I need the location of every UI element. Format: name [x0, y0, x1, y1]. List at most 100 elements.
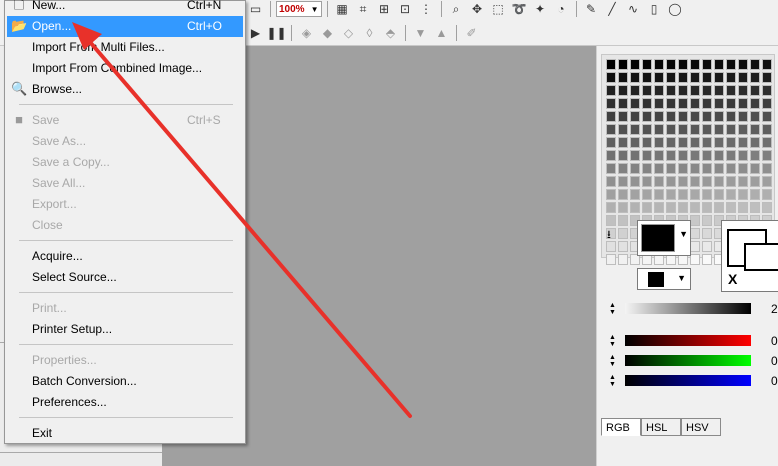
color-picker-icon[interactable]: ◔: [552, 0, 571, 18]
palette-swatch[interactable]: [714, 137, 724, 148]
palette-swatch[interactable]: [666, 176, 676, 187]
palette-swatch[interactable]: [762, 72, 772, 83]
palette-swatch[interactable]: [714, 72, 724, 83]
palette-swatch[interactable]: [618, 72, 628, 83]
palette-swatch[interactable]: [738, 202, 748, 213]
palette-swatch[interactable]: [738, 85, 748, 96]
palette-swatch[interactable]: [606, 189, 616, 200]
menu-item-browse[interactable]: 🔍 Browse...: [7, 79, 243, 100]
play-icon[interactable]: ▶: [246, 24, 265, 42]
palette-swatch[interactable]: [630, 72, 640, 83]
palette-swatch[interactable]: [630, 163, 640, 174]
palette-swatch[interactable]: [702, 150, 712, 161]
palette-swatch[interactable]: [690, 124, 700, 135]
palette-swatch[interactable]: [690, 202, 700, 213]
palette-swatch[interactable]: [630, 137, 640, 148]
menu-item-printer-setup[interactable]: Printer Setup...: [7, 319, 243, 340]
palette-swatch[interactable]: [678, 111, 688, 122]
palette-swatch[interactable]: [618, 215, 628, 226]
palette-swatch[interactable]: [642, 85, 652, 96]
palette-swatch[interactable]: [666, 189, 676, 200]
palette-swatch[interactable]: [702, 176, 712, 187]
palette-swatch[interactable]: [750, 124, 760, 135]
palette-swatch[interactable]: [654, 111, 664, 122]
palette-swatch[interactable]: [714, 163, 724, 174]
palette-swatch[interactable]: [678, 98, 688, 109]
palette-swatch[interactable]: [726, 111, 736, 122]
palette-swatch[interactable]: [678, 189, 688, 200]
resize-icon[interactable]: ⊡: [396, 0, 415, 18]
palette-swatch[interactable]: [618, 85, 628, 96]
palette-swatch[interactable]: [690, 59, 700, 70]
palette-swatch[interactable]: [762, 163, 772, 174]
palette-swatch[interactable]: [606, 72, 616, 83]
palette-swatch[interactable]: [606, 176, 616, 187]
image-size-icon[interactable]: ▭: [246, 0, 265, 18]
palette-swatch[interactable]: [762, 137, 772, 148]
palette-swatch[interactable]: [690, 150, 700, 161]
palette-swatch[interactable]: [654, 72, 664, 83]
palette-swatch[interactable]: [702, 241, 712, 252]
palette-swatch[interactable]: [666, 111, 676, 122]
menu-item-print[interactable]: Print...: [7, 298, 243, 319]
palette-swatch[interactable]: [606, 150, 616, 161]
palette-swatch[interactable]: [762, 124, 772, 135]
menu-item-select-source[interactable]: Select Source...: [7, 267, 243, 288]
layer-delete-icon[interactable]: ◇: [339, 24, 358, 42]
palette-swatch[interactable]: [702, 215, 712, 226]
palette-swatch[interactable]: [630, 150, 640, 161]
palette-swatch[interactable]: [726, 163, 736, 174]
menu-item-preferences[interactable]: Preferences...: [7, 392, 243, 413]
palette-swatch[interactable]: [702, 163, 712, 174]
menu-item-save-all[interactable]: Save All...: [7, 173, 243, 194]
menu-item-import-combined[interactable]: Import From Combined Image...: [7, 58, 243, 79]
palette-swatch[interactable]: [738, 111, 748, 122]
palette-swatch[interactable]: [606, 124, 616, 135]
palette-swatch[interactable]: [606, 254, 616, 265]
palette-swatch[interactable]: [606, 202, 616, 213]
palette-swatch[interactable]: [714, 176, 724, 187]
palette-swatch[interactable]: [738, 72, 748, 83]
hand-tool-icon[interactable]: ✥: [468, 0, 487, 18]
palette-swatch[interactable]: [690, 72, 700, 83]
palette-swatch[interactable]: [690, 137, 700, 148]
palette-swatch[interactable]: [714, 98, 724, 109]
layer-merge-icon[interactable]: ⬘: [381, 24, 400, 42]
palette-swatch[interactable]: [726, 124, 736, 135]
palette-swatch[interactable]: [750, 163, 760, 174]
grid-icon[interactable]: ▦: [333, 0, 352, 18]
stepper-icon[interactable]: ▲ ▼: [609, 354, 616, 368]
palette-swatch[interactable]: [702, 137, 712, 148]
palette-swatch[interactable]: [726, 150, 736, 161]
palette-swatch[interactable]: [702, 85, 712, 96]
palette-swatch[interactable]: [750, 137, 760, 148]
palette-swatch[interactable]: [642, 59, 652, 70]
pause-icon[interactable]: ❚❚: [266, 24, 286, 42]
palette-swatch[interactable]: [678, 150, 688, 161]
palette-swatch[interactable]: [654, 176, 664, 187]
palette-swatch[interactable]: [618, 150, 628, 161]
palette-swatch[interactable]: [666, 85, 676, 96]
palette-swatch[interactable]: [618, 241, 628, 252]
tab-rgb[interactable]: RGB: [601, 418, 641, 436]
palette-swatch[interactable]: [702, 202, 712, 213]
move-up-icon[interactable]: ▲: [432, 24, 451, 42]
palette-swatch[interactable]: [762, 85, 772, 96]
palette-swatch[interactable]: [750, 85, 760, 96]
layer-add-icon[interactable]: ◈: [297, 24, 316, 42]
palette-swatch[interactable]: [618, 98, 628, 109]
palette-swatch[interactable]: [726, 137, 736, 148]
menu-item-batch-conversion[interactable]: Batch Conversion...: [7, 371, 243, 392]
palette-swatch[interactable]: [630, 98, 640, 109]
palette-swatch[interactable]: [702, 72, 712, 83]
palette-swatch[interactable]: [606, 137, 616, 148]
palette-swatch[interactable]: [690, 189, 700, 200]
palette-swatch[interactable]: [750, 176, 760, 187]
rectangle-icon[interactable]: ▯: [645, 0, 664, 18]
palette-swatch[interactable]: [690, 254, 700, 265]
palette-swatch[interactable]: [654, 98, 664, 109]
palette-swatch[interactable]: [630, 124, 640, 135]
palette-swatch[interactable]: [714, 189, 724, 200]
foreground-color-dropdown[interactable]: ▼: [637, 220, 691, 256]
menu-item-save-copy[interactable]: Save a Copy...: [7, 152, 243, 173]
